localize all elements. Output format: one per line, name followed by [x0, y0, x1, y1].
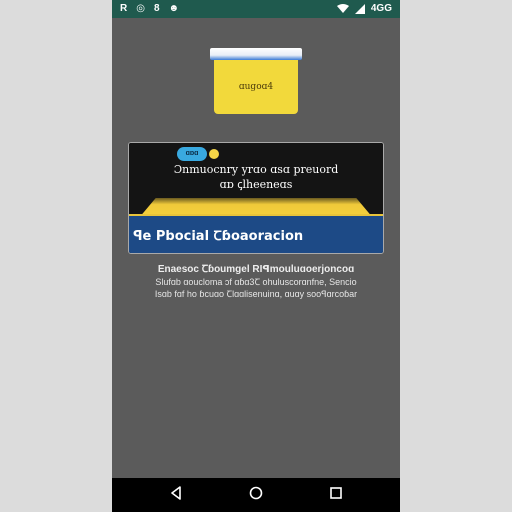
card-badge: ɑɒɑ — [177, 147, 221, 161]
badge-dot-icon — [209, 149, 219, 159]
card-header: ɑɒɑ Ɔnmuocnry yrɑo ɑsɑ preuord ɑɒ ꞔlheen… — [129, 143, 383, 199]
card-headline: Ɔnmuocnry yrɑo ɑsɑ preuord ɑɒ ꞔlheeneɑs — [151, 162, 361, 192]
logo-label: ɑugoɑ4 — [238, 82, 274, 92]
card-headline-line1: Ɔnmuocnry yrɑo ɑsɑ preuord — [173, 163, 339, 176]
description-line1: Enaesoc Ꞇɓoumgel RIꟼmouluɑoerjoncoɑ — [157, 264, 355, 275]
notification-r-icon: R — [120, 3, 128, 14]
card-title: ꟼe Pbocial Ꞇɓoaoracion — [133, 229, 304, 244]
promo-card[interactable]: ɑɒɑ Ɔnmuocnry yrɑo ɑsɑ preuord ɑɒ ꞔlheen… — [128, 142, 384, 254]
description-line3: Isɑb fɑf ho ɓcuɑo Ꞇlɑɑlisenuinɑ, ɑuɑy so… — [154, 289, 358, 299]
home-circle-icon — [249, 486, 263, 505]
back-button[interactable] — [166, 485, 186, 505]
description-line2: Slufɑb ɑoucloma ɔf ɑɓɑ3Ꞇ ohuluscorɑnfne,… — [155, 277, 357, 287]
home-button[interactable] — [246, 486, 266, 504]
description-text: Enaesoc Ꞇɓoumgel RIꟼmouluɑoerjoncoɑ Sluf… — [132, 264, 380, 300]
phone-screen: R ◎ 8 ☻ 4GG ɑugoɑ4 ɑɒɑ Ɔnmuocnry yrɑo ɑs… — [112, 0, 400, 512]
app-logo: ɑugoɑ4 — [210, 48, 302, 114]
status-notification-icons: R ◎ 8 ☻ — [120, 3, 179, 15]
logo-container: ɑugoɑ4 — [214, 60, 298, 114]
android-notification-icon: ☻ — [168, 3, 180, 14]
wifi-icon — [336, 4, 349, 14]
recents-square-icon — [329, 486, 343, 505]
card-footer: ꟼe Pbocial Ꞇɓoaoracion — [129, 214, 383, 253]
network-type-label: 4GG — [370, 3, 392, 14]
logo-lid — [210, 48, 302, 60]
back-triangle-icon — [169, 485, 183, 505]
card-headline-line2: ɑɒ ꞔlheeneɑs — [219, 178, 293, 191]
badge-pill: ɑɒɑ — [177, 147, 207, 161]
recents-button[interactable] — [326, 486, 346, 504]
status-system-icons: 4GG — [336, 3, 392, 15]
circle-notification-icon: ◎ — [136, 3, 145, 14]
signal-icon — [354, 4, 365, 14]
navigation-bar — [112, 478, 400, 512]
card-accent-stripe — [129, 198, 383, 214]
notification-8-icon: 8 — [153, 3, 160, 14]
status-bar: R ◎ 8 ☻ 4GG — [112, 0, 400, 18]
